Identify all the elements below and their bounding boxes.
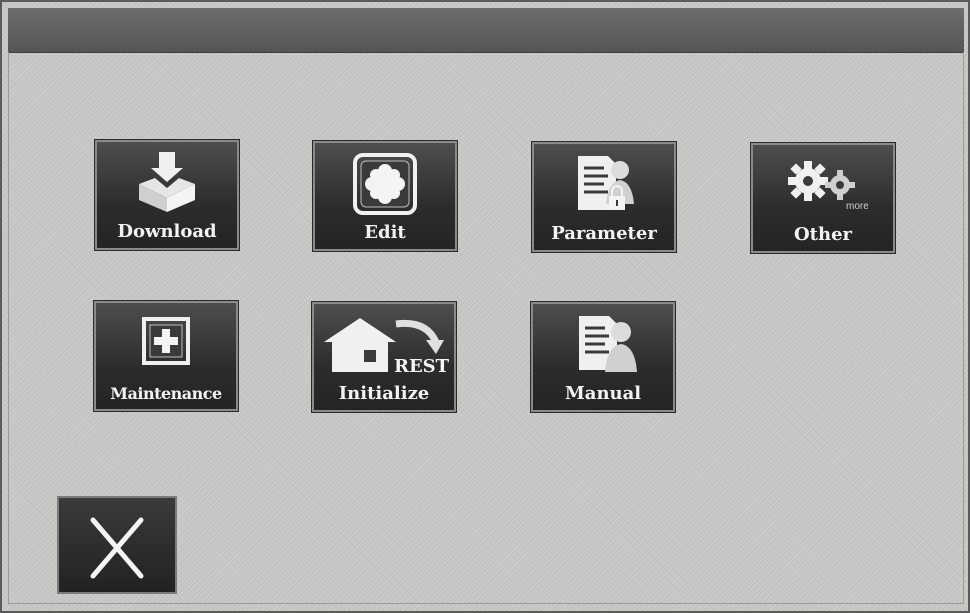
other-button[interactable]: more Other	[750, 142, 896, 254]
initialize-badge: REST	[394, 356, 450, 376]
parameter-button[interactable]: Parameter	[531, 141, 677, 253]
initialize-button[interactable]: REST Initialize	[311, 301, 457, 413]
title-bar	[8, 8, 964, 53]
parameter-label: Parameter	[551, 223, 657, 244]
edit-label: Edit	[364, 222, 406, 243]
edit-pattern-icon	[315, 149, 455, 215]
manual-document-person-icon	[533, 310, 673, 376]
download-label: Download	[117, 221, 217, 242]
maintenance-button[interactable]: Maintenance	[93, 300, 239, 412]
initialize-label: Initialize	[338, 383, 430, 404]
download-tray-icon	[97, 148, 237, 214]
house-reset-icon: REST	[314, 310, 454, 376]
other-label: Other	[793, 224, 853, 245]
screen: Download Edit Parameter more Other Maint…	[0, 0, 970, 613]
maintenance-label: Maintenance	[110, 384, 222, 403]
download-button[interactable]: Download	[94, 139, 240, 251]
gears-more-icon: more	[753, 151, 893, 217]
close-x-icon	[90, 517, 144, 579]
other-badge: more	[846, 201, 868, 212]
close-button[interactable]	[57, 496, 177, 594]
manual-label: Manual	[564, 383, 642, 404]
plus-box-icon	[96, 309, 236, 375]
manual-button[interactable]: Manual	[530, 301, 676, 413]
parameter-document-lock-icon	[534, 150, 674, 216]
edit-button[interactable]: Edit	[312, 140, 458, 252]
